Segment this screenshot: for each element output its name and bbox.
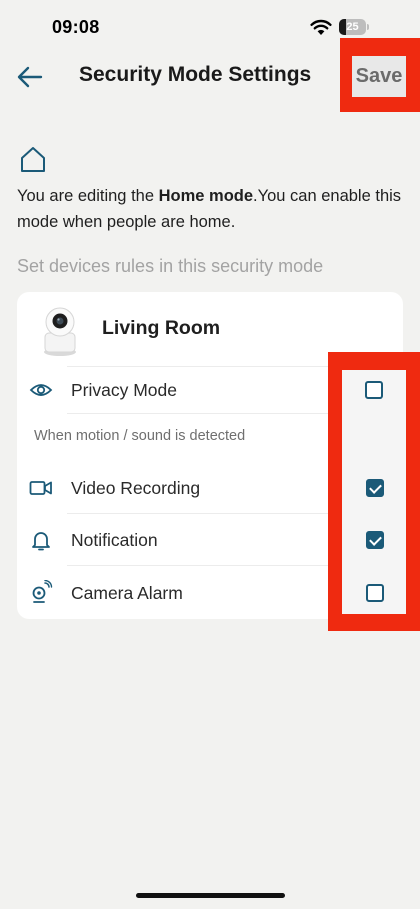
arrow-left-icon bbox=[17, 66, 43, 88]
camera-alarm-checkbox[interactable] bbox=[366, 584, 384, 602]
notification-checkbox[interactable] bbox=[366, 531, 384, 549]
battery-level: 25 bbox=[346, 21, 359, 33]
indoor-camera-image bbox=[44, 307, 76, 356]
home-indicator bbox=[136, 893, 285, 898]
privacy-mode-label: Privacy Mode bbox=[71, 380, 178, 400]
camera-alarm-icon bbox=[32, 580, 53, 603]
section-heading: Set devices rules in this security mode bbox=[17, 256, 324, 276]
intro-mode-name: Home mode bbox=[158, 187, 254, 205]
intro-text-before: You are editing the bbox=[17, 187, 159, 205]
back-button[interactable] bbox=[14, 62, 46, 92]
home-icon bbox=[21, 147, 45, 172]
status-time: 09:08 bbox=[52, 17, 100, 37]
notification-label: Notification bbox=[71, 530, 158, 550]
trigger-caption: When motion / sound is detected bbox=[34, 428, 246, 444]
camera-alarm-label: Camera Alarm bbox=[71, 583, 183, 603]
video-camera-icon bbox=[29, 481, 52, 495]
page-title: Security Mode Settings bbox=[79, 63, 312, 86]
device-name: Living Room bbox=[102, 317, 221, 339]
battery-icon: 25 bbox=[339, 19, 369, 35]
intro-text: You are editing the Home mode.You can en… bbox=[17, 183, 407, 235]
wifi-icon bbox=[310, 19, 332, 35]
video-recording-label: Video Recording bbox=[71, 478, 201, 498]
eye-icon bbox=[29, 384, 53, 396]
screen: 09:08 25 Security Mode Settings Save You… bbox=[0, 0, 420, 909]
save-button[interactable]: Save bbox=[352, 56, 406, 97]
video-recording-checkbox[interactable] bbox=[366, 479, 384, 497]
bell-icon bbox=[32, 532, 50, 551]
privacy-mode-checkbox[interactable] bbox=[365, 381, 383, 399]
